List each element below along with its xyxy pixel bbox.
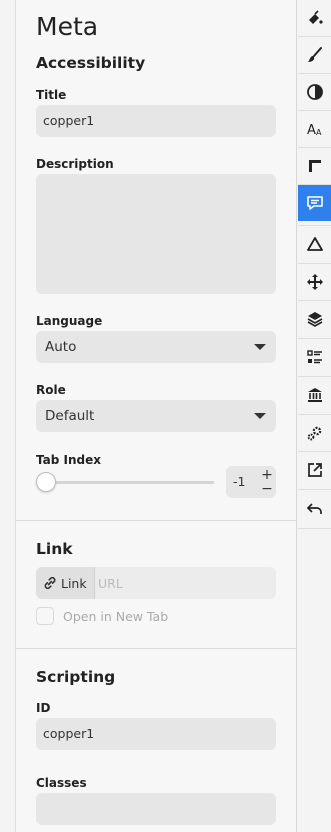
typography-button[interactable]: A A	[298, 111, 331, 147]
section-accessibility-heading: Accessibility	[36, 54, 146, 72]
classes-label: Classes	[36, 776, 87, 790]
ruler-icon	[309, 160, 321, 172]
link-input-group: Link	[36, 567, 276, 599]
url-input[interactable]	[98, 567, 268, 599]
gears-button[interactable]	[298, 415, 331, 451]
layers-icon	[307, 312, 323, 327]
layers-button[interactable]	[298, 301, 331, 337]
role-select[interactable]: Default	[36, 400, 276, 432]
tab-index-slider-track[interactable]	[38, 481, 214, 484]
svg-text:A: A	[316, 128, 322, 137]
undo-button[interactable]	[298, 491, 331, 527]
section-link-heading: Link	[36, 540, 73, 558]
classes-field[interactable]	[36, 793, 276, 825]
external-link-icon	[308, 463, 322, 477]
section-scripting-heading: Scripting	[36, 668, 116, 686]
divider	[16, 520, 297, 521]
left-strip	[0, 0, 16, 832]
typography-icon: A A	[307, 123, 322, 138]
move-icon	[307, 274, 323, 290]
triangle-button[interactable]	[298, 226, 331, 262]
comment-icon	[307, 196, 323, 210]
move-button[interactable]	[298, 264, 331, 300]
bank-icon	[308, 388, 322, 402]
tab-index-label: Tab Index	[36, 453, 101, 467]
svg-text:A: A	[307, 123, 316, 138]
bank-button[interactable]	[298, 377, 331, 413]
external-link-button[interactable]	[298, 452, 331, 488]
right-toolbar: A A	[296, 0, 331, 832]
list-icon	[307, 350, 322, 364]
language-select-value: Auto	[45, 339, 77, 355]
open-new-tab-checkbox[interactable]	[36, 607, 54, 625]
language-select[interactable]: Auto	[36, 331, 276, 363]
panel-title: Meta	[36, 12, 99, 41]
title-label: Title	[36, 88, 67, 102]
id-label: ID	[36, 701, 51, 715]
description-label: Description	[36, 157, 114, 171]
properties-panel: Meta Accessibility Title copper1 Descrip…	[16, 0, 297, 832]
link-toggle-button[interactable]: Link	[36, 567, 95, 599]
role-label: Role	[36, 383, 66, 397]
link-icon	[44, 576, 56, 590]
undo-icon	[306, 503, 322, 514]
contrast-button[interactable]	[298, 74, 331, 110]
title-field[interactable]: copper1	[36, 105, 276, 137]
gears-icon	[307, 426, 322, 441]
comment-button[interactable]	[298, 185, 331, 221]
paint-bucket-icon	[309, 10, 323, 24]
tab-index-slider-thumb[interactable]	[36, 472, 56, 492]
chevron-down-icon	[254, 344, 266, 350]
list-button[interactable]	[298, 339, 331, 375]
id-field[interactable]: copper1	[36, 718, 276, 750]
divider	[16, 648, 297, 649]
description-textarea[interactable]	[36, 174, 276, 294]
chevron-down-icon	[254, 413, 266, 419]
ruler-button[interactable]	[298, 148, 331, 184]
decrement-button[interactable]: −	[260, 482, 274, 496]
open-new-tab-label: Open in New Tab	[63, 609, 169, 624]
increment-button[interactable]: +	[260, 468, 274, 482]
paint-bucket-button[interactable]	[298, 0, 331, 36]
tab-index-value: -1	[233, 474, 246, 489]
tab-index-stepper[interactable]: -1 + −	[226, 466, 276, 498]
link-toggle-label: Link	[61, 575, 87, 591]
role-select-value: Default	[45, 408, 95, 424]
language-label: Language	[36, 314, 103, 328]
brush-button[interactable]	[298, 37, 331, 73]
brush-icon	[308, 47, 322, 62]
contrast-icon	[307, 84, 323, 100]
triangle-icon	[307, 237, 323, 251]
